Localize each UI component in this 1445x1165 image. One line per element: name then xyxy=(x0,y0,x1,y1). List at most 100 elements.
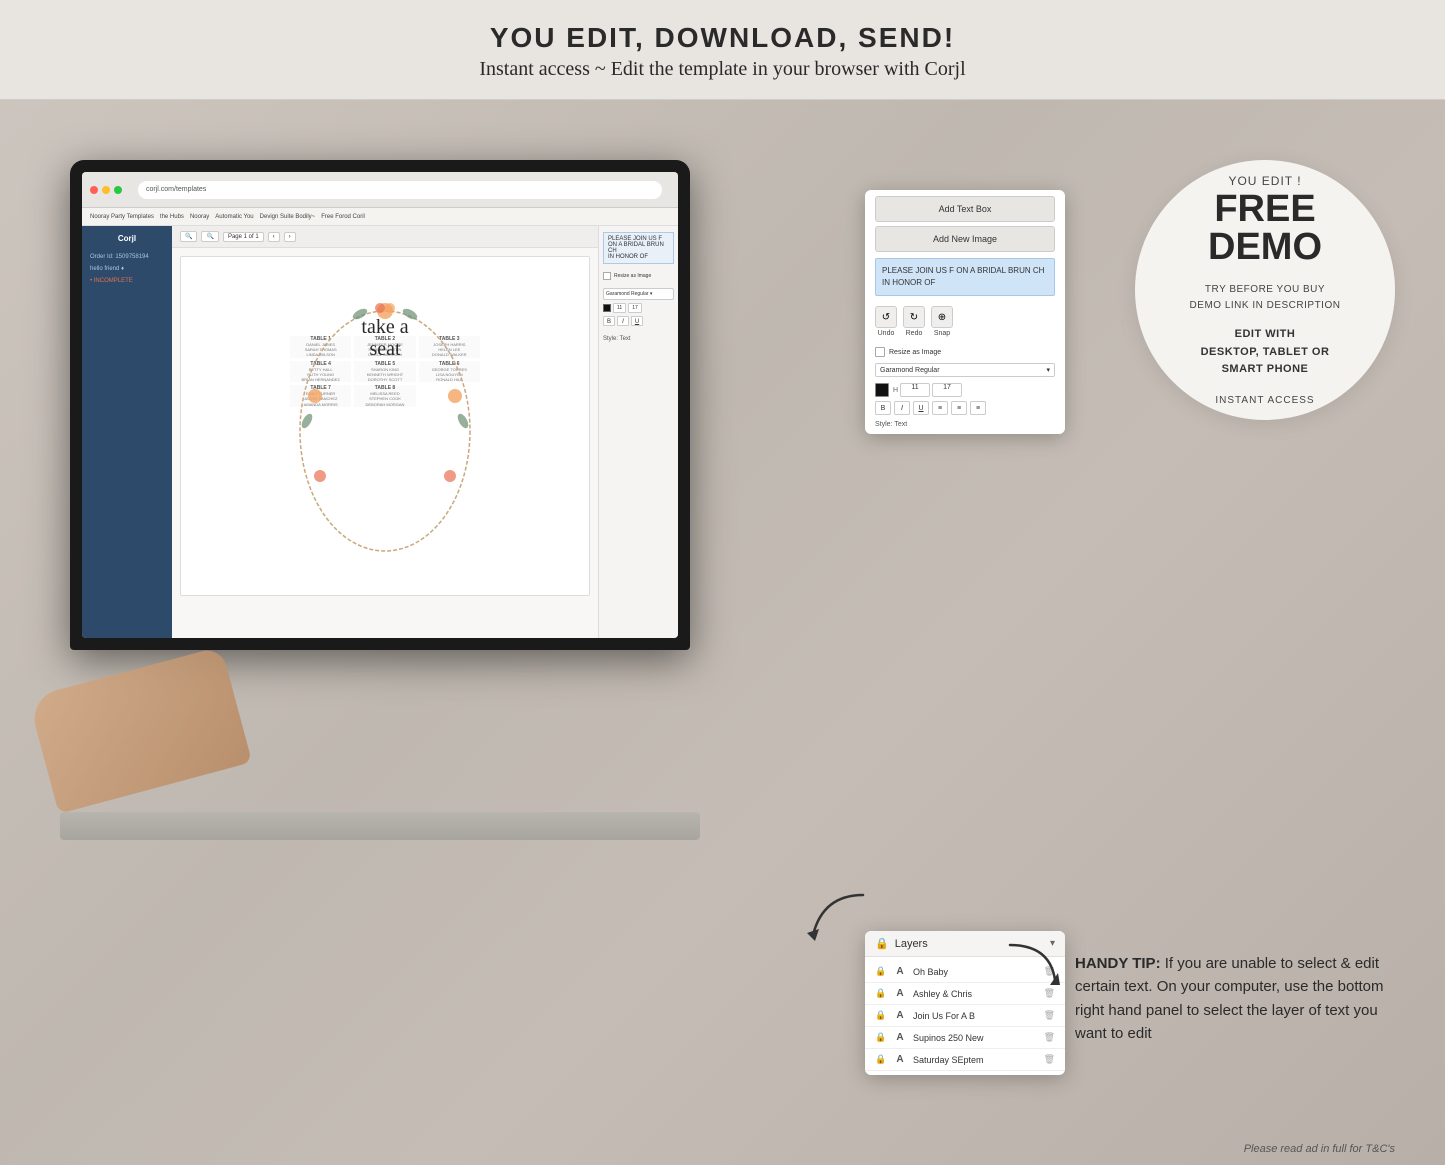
snap-button[interactable]: ⊕ xyxy=(931,306,953,328)
layers-title-text: Layers xyxy=(895,938,928,950)
resize-checkbox[interactable] xyxy=(603,272,611,280)
chevron-down-icon: ▾ xyxy=(1046,366,1050,374)
layer-delete-icon-4[interactable]: 🗑 xyxy=(1044,1054,1055,1065)
layer-type-label-1: A xyxy=(893,988,907,999)
align-right-button[interactable]: ≡ xyxy=(970,401,986,415)
laptop-keyboard xyxy=(60,812,700,840)
minimize-dot[interactable] xyxy=(102,186,110,194)
layer-type-label-4: A xyxy=(893,1054,907,1065)
layer-lock-icon-2: 🔒 xyxy=(875,1010,887,1021)
layer-type-label-2: A xyxy=(893,1010,907,1021)
panel-resize: Resize as Image xyxy=(603,272,674,280)
redo-label: Redo xyxy=(906,330,923,337)
underline-button[interactable]: U xyxy=(913,401,929,415)
underline-btn[interactable]: U xyxy=(631,316,643,326)
free-label: FREE xyxy=(1214,190,1315,228)
laptop-screen-inner: corjl.com/templates Nooray Party Templat… xyxy=(82,172,678,638)
panel-font: Garamond Regular ▾ 11 17 B I U xyxy=(603,288,674,326)
url-bar[interactable]: corjl.com/templates xyxy=(138,181,662,199)
top-banner: YOU EDIT, DOWNLOAD, SEND! Instant access… xyxy=(0,0,1445,100)
bookmark-2[interactable]: the Hubs xyxy=(160,214,184,220)
line-height-input[interactable]: 17 xyxy=(628,303,642,313)
nav-next-btn[interactable]: › xyxy=(284,232,296,242)
bookmark-4[interactable]: Automatic You xyxy=(215,214,253,220)
disclaimer: Please read ad in full for T&C's xyxy=(1244,1143,1395,1155)
you-edit-label: YOU EDIT ! xyxy=(1228,174,1301,188)
align-center-button[interactable]: ≡ xyxy=(951,401,967,415)
h-label: H xyxy=(893,387,898,394)
resize-checkbox[interactable] xyxy=(875,347,885,357)
nav-prev-btn[interactable]: ‹ xyxy=(268,232,280,242)
text-preview-box: PLEASE JOIN US F ON A BRIDAL BRUN CH IN … xyxy=(875,258,1055,296)
sidebar-hello: hello friend ♦ xyxy=(86,263,168,275)
redo-button[interactable]: ↻ xyxy=(903,306,925,328)
handy-tip-section: HANDY TIP: If you are unable to select &… xyxy=(1075,952,1395,1045)
align-left-button[interactable]: ≡ xyxy=(932,401,948,415)
bookmark-3[interactable]: Nooray xyxy=(190,214,209,220)
layer-name-4[interactable]: Saturday SEptem xyxy=(913,1055,1038,1065)
layer-delete-icon-3[interactable]: 🗑 xyxy=(1044,1032,1055,1043)
italic-button[interactable]: I xyxy=(894,401,910,415)
zoom-in-btn[interactable]: 🔍 xyxy=(201,231,218,242)
snap-group: ⊕ Snap xyxy=(931,306,953,337)
undo-button[interactable]: ↺ xyxy=(875,306,897,328)
demo-label: DEMO xyxy=(1208,228,1322,266)
font-select-dropdown[interactable]: Garamond Regular ▾ xyxy=(875,363,1055,377)
snap-label: Snap xyxy=(934,330,950,337)
resize-option-label: Resize as Image xyxy=(889,349,941,356)
style-text: Style: Text xyxy=(865,417,1065,434)
close-dot[interactable] xyxy=(90,186,98,194)
height-input[interactable]: 11 xyxy=(900,383,930,397)
font-size-input[interactable]: 11 xyxy=(613,303,626,313)
italic-btn[interactable]: I xyxy=(617,316,629,326)
arrow-to-panel-icon xyxy=(793,885,873,945)
try-before-label: TRY BEFORE YOU BUYDEMO LINK IN DESCRIPTI… xyxy=(1190,282,1341,314)
layer-delete-icon-2[interactable]: 🗑 xyxy=(1044,1010,1055,1021)
arrow-to-layers-icon xyxy=(1000,935,1070,995)
size-row: H 11 17 xyxy=(865,381,1065,399)
layer-item-3: 🔒 A Supinos 250 New 🗑 xyxy=(865,1027,1065,1049)
corjl-panel: Add Text Box Add New Image PLEASE JOIN U… xyxy=(865,190,1065,434)
font-select[interactable]: Garamond Regular ▾ xyxy=(603,288,674,300)
free-demo-circle: YOU EDIT ! FREE DEMO TRY BEFORE YOU BUYD… xyxy=(1135,160,1395,420)
add-new-image-button[interactable]: Add New Image xyxy=(875,226,1055,252)
zoom-out-btn[interactable]: 🔍 xyxy=(180,231,197,242)
bookmark-6[interactable]: Free Forod Coril xyxy=(321,214,365,220)
resize-label: Resize as Image xyxy=(614,273,651,279)
laptop-screen: corjl.com/templates Nooray Party Templat… xyxy=(70,160,690,650)
headline: YOU EDIT, DOWNLOAD, SEND! xyxy=(40,22,1405,54)
layer-lock-icon-3: 🔒 xyxy=(875,1032,887,1043)
width-input[interactable]: 17 xyxy=(932,383,962,397)
color-swatch[interactable] xyxy=(875,383,889,397)
layers-title: 🔒 Layers xyxy=(875,937,928,950)
undo-group: ↺ Undo xyxy=(875,306,897,337)
font-tools-row: B I U ≡ ≡ ≡ xyxy=(865,399,1065,417)
layer-lock-icon-4: 🔒 xyxy=(875,1054,887,1065)
seating-chart: take aseat TABLE 1 DANIEL JAMESSARAH THO… xyxy=(285,276,485,576)
chart-title: take aseat xyxy=(285,316,485,360)
url-text: corjl.com/templates xyxy=(146,186,206,193)
bookmark-5[interactable]: Devign Suite Bodily~ xyxy=(260,214,316,220)
redo-group: ↻ Redo xyxy=(903,306,925,337)
size-row: 11 17 xyxy=(603,303,674,313)
color-swatch[interactable] xyxy=(603,304,611,312)
bold-button[interactable]: B xyxy=(875,401,891,415)
layer-name-3[interactable]: Supinos 250 New xyxy=(913,1033,1038,1043)
layer-lock-icon-1: 🔒 xyxy=(875,988,887,999)
add-text-box-button[interactable]: Add Text Box xyxy=(875,196,1055,222)
panel-text-preview: PLEASE JOIN US F ON A BRIDAL BRUN CH IN … xyxy=(603,232,674,264)
app-content: Corjl Order Id: 1509758194 hello friend … xyxy=(82,226,678,638)
bookmarks-bar: Nooray Party Templates the Hubs Nooray A… xyxy=(82,208,678,226)
bookmark-1[interactable]: Nooray Party Templates xyxy=(90,214,154,220)
layer-name-2[interactable]: Join Us For A B xyxy=(913,1011,1038,1021)
layer-lock-icon: 🔒 xyxy=(875,966,887,977)
panel-actions: PLEASE JOIN US F ON A BRIDAL BRUN CH IN … xyxy=(603,232,674,264)
app-toolbar: 🔍 🔍 Page 1 of 1 ‹ › xyxy=(172,226,598,248)
resize-option-row: Resize as Image xyxy=(865,343,1065,361)
bold-btn[interactable]: B xyxy=(603,316,615,326)
maximize-dot[interactable] xyxy=(114,186,122,194)
hw-inputs: H 11 17 xyxy=(893,383,962,397)
design-canvas: take aseat TABLE 1 DANIEL JAMESSARAH THO… xyxy=(180,256,590,596)
sidebar-order-id: Order Id: 1509758194 xyxy=(86,251,168,263)
corjl-logo: Corjl xyxy=(86,234,168,243)
